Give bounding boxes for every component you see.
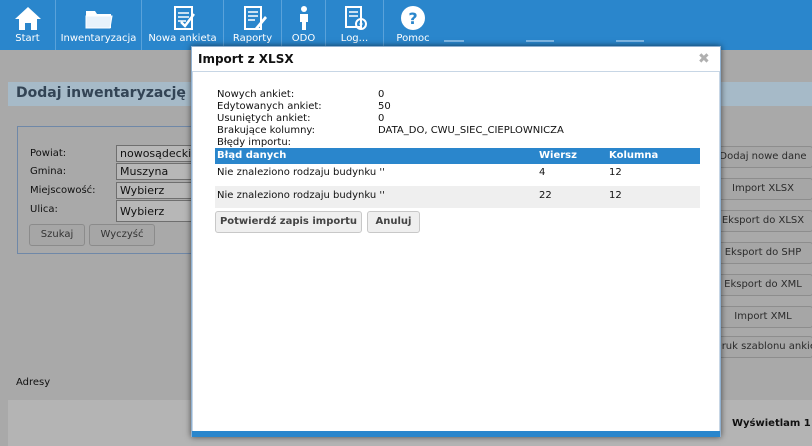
nav-divider <box>616 40 644 42</box>
stat-value: 0 <box>378 89 385 100</box>
nav-odo-label: ODO <box>291 33 316 44</box>
nav-nowa-ankieta[interactable]: Nowa ankieta <box>142 0 224 50</box>
stat-value: DATA_DO, CWU_SIEC_CIEPLOWNICZA <box>378 125 564 136</box>
ulica-label: Ulica: <box>30 204 58 215</box>
filter-form: Powiat: nowosądecki Gmina: Muszyna Miejs… <box>17 126 198 254</box>
stat-label: Usuniętych ankiet: <box>217 113 311 124</box>
column-header: Błąd danych <box>217 150 287 161</box>
nav-raporty[interactable]: Raporty <box>224 0 282 50</box>
page-title: Dodaj inwentaryzację <box>16 85 186 101</box>
ulica-select[interactable]: Wybierz <box>116 200 198 222</box>
actions-panel: Dodaj nowe dane Import XLSX Eksport do X… <box>712 140 812 370</box>
nav-pomoc-label: Pomoc <box>396 33 430 44</box>
gmina-label: Gmina: <box>30 166 67 177</box>
table-cell: 12 <box>609 190 622 201</box>
checklist-icon <box>173 6 195 30</box>
column-header: Kolumna <box>609 150 659 161</box>
print-template-button[interactable]: Druk szablonu ankiety <box>713 336 812 358</box>
help-icon: ? <box>401 6 425 30</box>
table-cell: 12 <box>609 167 622 178</box>
miejscowosc-label: Miejscowość: <box>30 185 96 196</box>
nav-start-label: Start <box>15 33 40 44</box>
top-navigation: Start Inwentaryzacja Nowa ankieta Raport… <box>0 0 812 50</box>
nav-start[interactable]: Start <box>0 0 56 50</box>
clear-button[interactable]: Wyczyść <box>89 224 155 246</box>
table-cell: 22 <box>539 190 552 201</box>
nav-log-label: Log... <box>340 33 369 44</box>
nav-nowa-ankieta-label: Nowa ankieta <box>148 33 217 44</box>
nav-inwentaryzacja[interactable]: Inwentaryzacja <box>56 0 142 50</box>
table-row: Nie znaleziono rodzaju budynku '' 22 12 <box>215 186 700 208</box>
gmina-select[interactable]: Muszyna <box>116 163 198 180</box>
stat-label: Edytowanych ankiet: <box>217 101 322 112</box>
table-cell: Nie znaleziono rodzaju budynku '' <box>217 190 385 201</box>
table-row: Nie znaleziono rodzaju budynku '' 4 12 <box>215 163 700 185</box>
stat-value: 0 <box>378 113 385 124</box>
column-header: Wiersz <box>539 150 577 161</box>
import-dialog: Import z XLSX ✖ Nowych ankiet: 0 Edytowa… <box>191 46 721 437</box>
search-button[interactable]: Szukaj <box>29 224 85 246</box>
confirm-import-button[interactable]: Potwierdź zapis importu <box>215 211 362 233</box>
dialog-bottom-bar <box>192 431 720 437</box>
errors-table-header: Błąd danych Wiersz Kolumna <box>215 148 700 164</box>
export-shp-button[interactable]: Eksport do SHP <box>713 242 812 264</box>
close-icon[interactable]: ✖ <box>698 51 710 67</box>
stat-value: 50 <box>378 101 391 112</box>
add-new-data-button[interactable]: Dodaj nowe dane <box>713 146 812 168</box>
import-xlsx-button[interactable]: Import XLSX <box>713 178 812 200</box>
nav-inwentaryzacja-label: Inwentaryzacja <box>60 33 137 44</box>
export-xlsx-button[interactable]: Eksport do XLSX <box>713 210 812 232</box>
nav-divider <box>526 40 554 42</box>
pagination-info: Wyświetlam 1 d <box>732 418 812 429</box>
powiat-select[interactable]: nowosądecki <box>116 145 198 162</box>
home-icon <box>14 7 41 30</box>
stat-label: Błędy importu: <box>217 137 292 148</box>
nav-odo[interactable]: ODO <box>282 0 326 50</box>
report-icon <box>243 6 267 30</box>
stat-label: Nowych ankiet: <box>217 89 295 100</box>
cancel-button[interactable]: Anuluj <box>367 211 420 233</box>
nav-pomoc[interactable]: ? Pomoc <box>384 0 442 50</box>
table-cell: 4 <box>539 167 546 178</box>
nav-divider <box>444 40 464 42</box>
nav-log[interactable]: Log... <box>326 0 384 50</box>
stat-label: Brakujące kolumny: <box>217 125 315 136</box>
export-xml-button[interactable]: Eksport do XML <box>713 274 812 296</box>
import-xml-button[interactable]: Import XML <box>713 306 812 328</box>
nav-raporty-label: Raporty <box>232 33 273 44</box>
table-cell: Nie znaleziono rodzaju budynku '' <box>217 167 385 178</box>
powiat-label: Powiat: <box>30 148 67 159</box>
dialog-title: Import z XLSX <box>198 52 294 66</box>
folder-icon <box>85 11 113 29</box>
dialog-content: Nowych ankiet: 0 Edytowanych ankiet: 50 … <box>192 71 720 433</box>
settings-doc-icon <box>344 6 367 30</box>
svg-text:?: ? <box>408 9 417 28</box>
person-icon <box>299 6 308 30</box>
miejscowosc-select[interactable]: Wybierz <box>116 182 198 199</box>
adresy-label: Adresy <box>16 377 51 388</box>
